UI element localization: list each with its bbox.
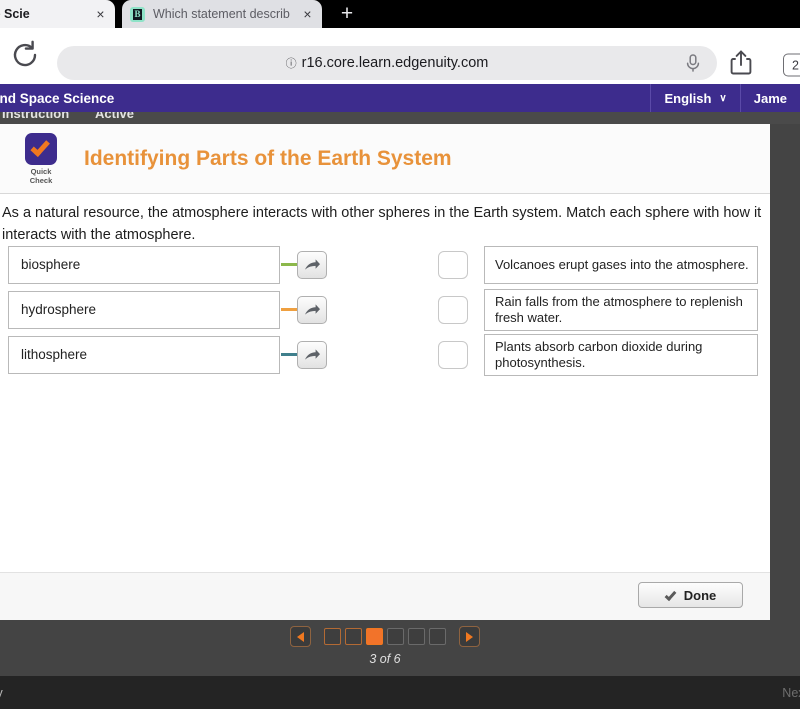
page-dot-2[interactable] bbox=[345, 628, 362, 645]
page-dot-5[interactable] bbox=[408, 628, 425, 645]
new-tab-button[interactable]: + bbox=[335, 3, 359, 27]
close-icon[interactable]: × bbox=[94, 7, 107, 21]
browser-tab-1-title: and Space Scie bbox=[0, 7, 30, 21]
arrow-right-icon[interactable] bbox=[297, 250, 327, 279]
match-row: biosphere Volcanoes erupt gases into the… bbox=[0, 242, 770, 287]
share-icon[interactable] bbox=[730, 50, 752, 81]
page-title: Identifying Parts of the Earth System bbox=[84, 146, 452, 170]
language-selector[interactable]: English ∨ bbox=[651, 84, 739, 112]
term-card-hydrosphere[interactable]: hydrosphere bbox=[8, 290, 280, 329]
chevron-right-icon bbox=[466, 631, 473, 642]
check-icon bbox=[25, 132, 57, 165]
address-bar[interactable]: ⓘ r16.core.learn.edgenuity.com bbox=[57, 46, 717, 80]
close-icon[interactable]: × bbox=[301, 7, 314, 21]
chevron-left-icon bbox=[297, 631, 304, 642]
pagination-controls bbox=[290, 626, 480, 647]
browser-tab-2[interactable]: B Which statement describ × bbox=[122, 0, 322, 28]
favicon-letter: B bbox=[133, 8, 142, 20]
tab-overview-button[interactable]: 2 bbox=[783, 53, 800, 77]
activity-paper: Quick Check Identifying Parts of the Ear… bbox=[0, 124, 770, 620]
drop-target-1[interactable] bbox=[438, 250, 468, 279]
connector-line-1 bbox=[281, 263, 297, 266]
connector-line-3 bbox=[281, 353, 297, 356]
browser-tab-1[interactable]: and Space Scie × bbox=[0, 0, 115, 28]
term-card-biosphere[interactable]: biosphere bbox=[8, 245, 280, 284]
page-dot-1[interactable] bbox=[324, 628, 341, 645]
browser-tab-2-title: Which statement describ bbox=[153, 7, 290, 21]
match-row: lithosphere Plants absorb carbon dioxide… bbox=[0, 332, 770, 377]
pagination: 3 of 6 bbox=[0, 626, 770, 666]
prev-page-button[interactable] bbox=[290, 626, 311, 647]
quick-check-label-line2: Check bbox=[29, 175, 53, 185]
quick-check-label-line1: Quick bbox=[30, 166, 52, 176]
page-position-label: 3 of 6 bbox=[369, 652, 401, 666]
microphone-icon[interactable] bbox=[685, 54, 701, 77]
user-menu[interactable]: Jame bbox=[741, 84, 800, 112]
app-header-right: English ∨ Jame bbox=[650, 84, 800, 112]
quick-check-badge: Quick Check bbox=[20, 132, 62, 185]
done-button[interactable]: Done bbox=[638, 582, 743, 608]
term-card-lithosphere[interactable]: lithosphere bbox=[8, 335, 280, 374]
connector-line-2 bbox=[281, 308, 297, 311]
page-dot-6[interactable] bbox=[429, 628, 446, 645]
user-name: Jame bbox=[753, 90, 787, 106]
next-page-button[interactable] bbox=[459, 626, 480, 647]
check-icon bbox=[664, 588, 677, 602]
statement-card-2[interactable]: Rain falls from the atmosphere to replen… bbox=[484, 288, 758, 331]
browser-tab-bar: and Space Scie × B Which statement descr… bbox=[0, 0, 800, 28]
chevron-down-icon: ∨ bbox=[719, 92, 727, 104]
language-label: English bbox=[664, 90, 712, 106]
action-bar: Done bbox=[0, 572, 770, 620]
app-subbar: Instruction Active bbox=[0, 112, 800, 124]
site-info-icon[interactable]: ⓘ bbox=[286, 55, 297, 71]
lesson-title-band: Quick Check Identifying Parts of the Ear… bbox=[0, 124, 770, 194]
question-prompt: As a natural resource, the atmosphere in… bbox=[2, 205, 762, 243]
arrow-right-icon[interactable] bbox=[297, 340, 327, 369]
page-dot-3[interactable] bbox=[366, 628, 383, 645]
url-text: r16.core.learn.edgenuity.com bbox=[301, 55, 489, 71]
matching-area: biosphere Volcanoes erupt gases into the… bbox=[0, 242, 770, 377]
drop-target-2[interactable] bbox=[438, 295, 468, 324]
match-row: hydrosphere Rain falls from the atmosphe… bbox=[0, 287, 770, 332]
footer-next-button[interactable]: Next bbox=[782, 686, 800, 700]
footer-activity-label[interactable]: vity bbox=[0, 686, 3, 700]
subbar-status-label: Active bbox=[95, 112, 135, 121]
course-title: and Space Science bbox=[0, 90, 115, 106]
page-dot-4[interactable] bbox=[387, 628, 404, 645]
done-button-label: Done bbox=[683, 587, 717, 603]
app-footer: vity Next bbox=[0, 676, 800, 709]
app-header: and Space Science English ∨ Jame bbox=[0, 84, 800, 112]
drop-target-3[interactable] bbox=[438, 340, 468, 369]
browser-toolbar: ⓘ r16.core.learn.edgenuity.com 2 bbox=[0, 28, 800, 84]
favicon-icon: B bbox=[130, 6, 145, 22]
activity-stage: Quick Check Identifying Parts of the Ear… bbox=[0, 124, 800, 676]
reload-icon[interactable] bbox=[8, 38, 42, 72]
statement-card-3[interactable]: Plants absorb carbon dioxide during phot… bbox=[484, 333, 758, 376]
arrow-right-icon[interactable] bbox=[297, 295, 327, 324]
page-dots bbox=[324, 628, 446, 645]
subbar-instruction-label[interactable]: Instruction bbox=[2, 112, 69, 121]
statement-card-1[interactable]: Volcanoes erupt gases into the atmospher… bbox=[484, 245, 758, 284]
